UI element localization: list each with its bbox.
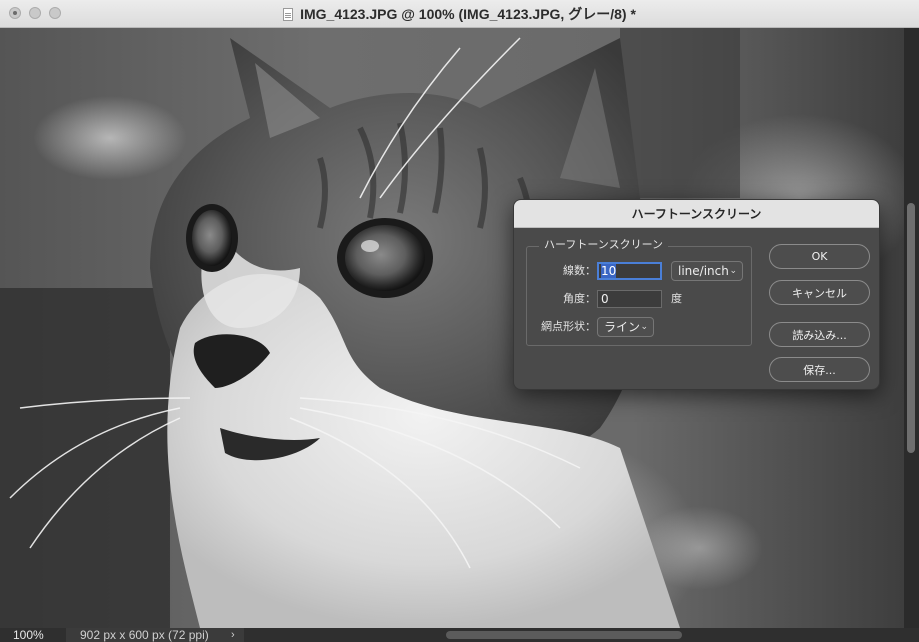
dialog-title: ハーフトーンスクリーン [514, 200, 879, 228]
angle-value: 0 [601, 292, 609, 306]
shape-select[interactable]: ライン ⌄ [597, 317, 654, 337]
status-menu-arrow-icon[interactable]: › [231, 628, 235, 642]
window-title: IMG_4123.JPG @ 100% (IMG_4123.JPG, グレー/8… [300, 6, 636, 22]
shape-value: ライン [604, 320, 641, 334]
shape-label: 網点形状： [541, 320, 596, 333]
chevron-down-icon: ⌄ [640, 322, 648, 332]
frequency-unit-select[interactable]: line/inch ⌄ [671, 261, 743, 281]
cancel-button[interactable]: キャンセル [769, 280, 870, 305]
angle-label: 角度： [563, 292, 596, 305]
angle-input[interactable]: 0 [597, 290, 662, 308]
save-button[interactable]: 保存... [769, 357, 870, 382]
frequency-value: 10 [601, 264, 617, 278]
halftone-screen-dialog: ハーフトーンスクリーン ハーフトーンスクリーン 線数： 10 line/inch… [513, 199, 880, 390]
load-button[interactable]: 読み込み... [769, 322, 870, 347]
angle-unit: 度 [671, 292, 682, 305]
document-size: 902 px x 600 px (72 ppi) [80, 628, 209, 642]
document-icon [283, 7, 294, 21]
zoom-level[interactable]: 100% [13, 628, 44, 642]
window-titlebar: IMG_4123.JPG @ 100% (IMG_4123.JPG, グレー/8… [0, 0, 919, 28]
document-info-box[interactable]: 902 px x 600 px (72 ppi) [66, 628, 244, 642]
vertical-scroll-thumb[interactable] [907, 203, 915, 453]
frequency-input[interactable]: 10 [597, 262, 662, 280]
frequency-unit-value: line/inch [678, 264, 729, 278]
horizontal-scroll-thumb[interactable] [446, 631, 682, 639]
group-title: ハーフトーンスクリーン [539, 238, 669, 252]
frequency-label: 線数： [563, 264, 596, 277]
chevron-down-icon: ⌄ [729, 266, 737, 276]
vertical-scrollbar[interactable] [904, 28, 919, 628]
window-title-area: IMG_4123.JPG @ 100% (IMG_4123.JPG, グレー/8… [0, 0, 919, 28]
ok-button[interactable]: OK [769, 244, 870, 269]
